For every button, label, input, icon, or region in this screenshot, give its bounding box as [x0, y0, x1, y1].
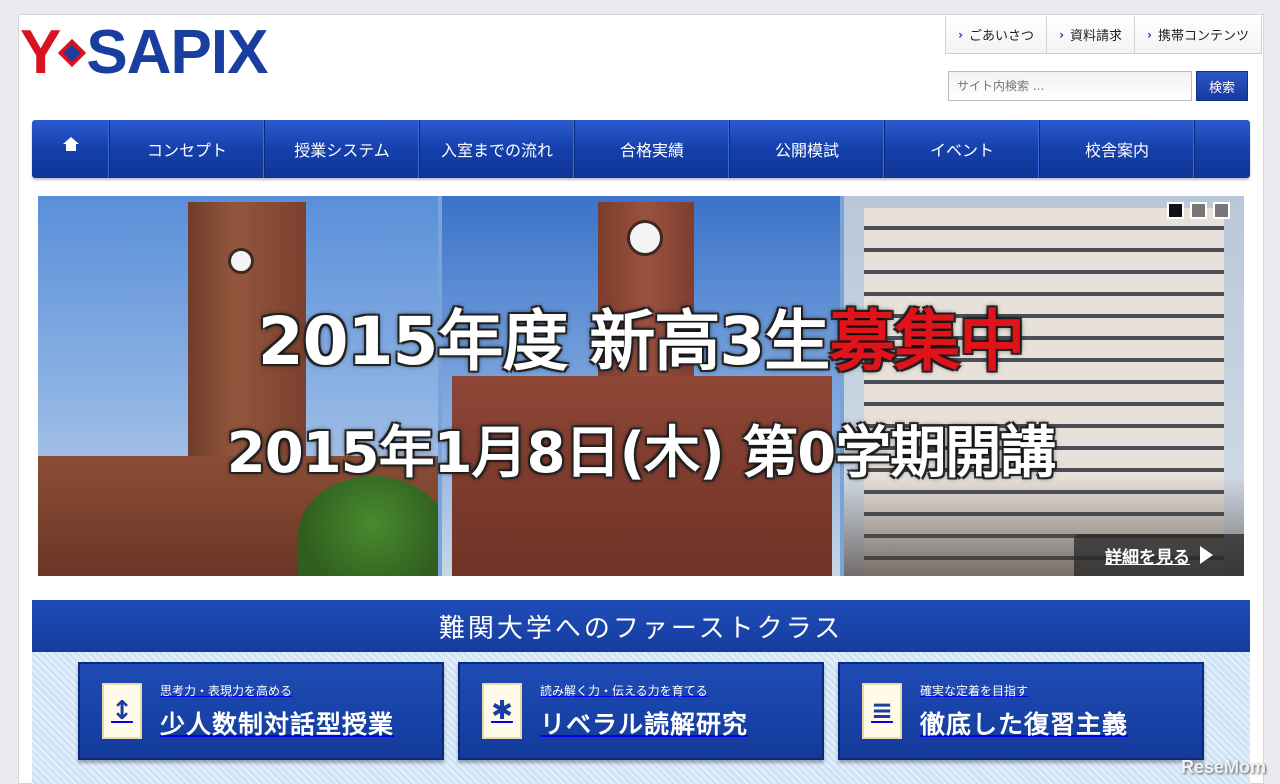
feature-card-review[interactable]: ≡ 確実な定着を目指す 徹底した復習主義	[838, 662, 1204, 760]
slider-dot-1[interactable]	[1167, 202, 1184, 219]
clock-icon	[627, 220, 663, 256]
logo-text: SAPIX	[86, 18, 268, 87]
hero-photo-2	[442, 196, 840, 576]
home-icon	[62, 137, 79, 155]
watermark: ReseMom	[1180, 757, 1266, 777]
feature-title: リベラル読解研究	[540, 709, 749, 739]
search-button[interactable]: 検索	[1196, 71, 1248, 101]
hero-slider[interactable]: 2015年度 新高3生募集中 2015年1月8日(木) 第0学期開講 詳細を見る	[38, 196, 1244, 576]
play-arrow-icon	[1200, 546, 1213, 564]
nav-item-class-system[interactable]: 授業システム	[265, 120, 420, 178]
hero-subheadline: 2015年1月8日(木) 第0学期開講	[226, 421, 1056, 486]
global-nav: コンセプト 授業システム 入室までの流れ 合格実績 公開模試 イベント 校舎案内	[32, 120, 1250, 178]
features-title: 難関大学へのファーストクラス	[32, 600, 1250, 652]
nav-item-mock-exams[interactable]: 公開模試	[730, 120, 885, 178]
nav-item-results[interactable]: 合格実績	[575, 120, 730, 178]
feature-subtitle: 思考力・表現力を高める	[160, 683, 293, 698]
slider-pagination	[1167, 202, 1230, 219]
slider-dot-2[interactable]	[1190, 202, 1207, 219]
nav-item-concept[interactable]: コンセプト	[110, 120, 265, 178]
hero-headline: 2015年度 新高3生募集中	[257, 303, 1026, 380]
arrows-vertical-icon: ↕	[102, 683, 142, 739]
hero-headline-accent: 募集中	[829, 303, 1025, 380]
utility-nav: › ごあいさつ › 資料請求 › 携帯コンテンツ	[945, 16, 1262, 54]
feature-card-small-class[interactable]: ↕ 思考力・表現力を高める 少人数制対話型授業	[78, 662, 444, 760]
site-search: 検索	[948, 71, 1248, 101]
nav-item-enrollment-flow[interactable]: 入室までの流れ	[420, 120, 575, 178]
feature-title: 徹底した復習主義	[920, 709, 1129, 739]
hero-photo-1	[38, 196, 438, 576]
search-input[interactable]	[948, 71, 1192, 101]
hero-photo-3	[844, 196, 1244, 576]
clock-icon	[228, 248, 254, 274]
feature-subtitle: 確実な定着を目指す	[920, 683, 1029, 698]
feature-card-liberal-reading[interactable]: ✱ 読み解く力・伝える力を育てる リベラル読解研究	[458, 662, 824, 760]
logo-diamond-icon	[58, 38, 87, 68]
chevron-right-icon: ›	[1147, 27, 1152, 42]
nav-item-campus-guide[interactable]: 校舎案内	[1040, 120, 1195, 178]
see-details-button[interactable]: 詳細を見る	[1074, 534, 1244, 576]
nav-item-events[interactable]: イベント	[885, 120, 1040, 178]
slider-dot-3[interactable]	[1213, 202, 1230, 219]
util-link-request-docs[interactable]: › 資料請求	[1047, 16, 1136, 54]
snowflake-icon: ✱	[482, 683, 522, 739]
chevron-right-icon: ›	[1059, 27, 1065, 42]
util-link-mobile[interactable]: › 携帯コンテンツ	[1135, 16, 1262, 54]
feature-subtitle: 読み解く力・伝える力を育てる	[540, 683, 708, 698]
chevron-right-icon: ›	[958, 27, 964, 42]
stack-icon: ≡	[862, 683, 902, 739]
feature-title: 少人数制対話型授業	[160, 709, 395, 739]
nav-home[interactable]	[32, 120, 110, 178]
util-link-greeting[interactable]: › ごあいさつ	[946, 16, 1048, 54]
logo-prefix: Y	[20, 18, 61, 87]
logo[interactable]: Y SAPIX	[20, 22, 350, 84]
